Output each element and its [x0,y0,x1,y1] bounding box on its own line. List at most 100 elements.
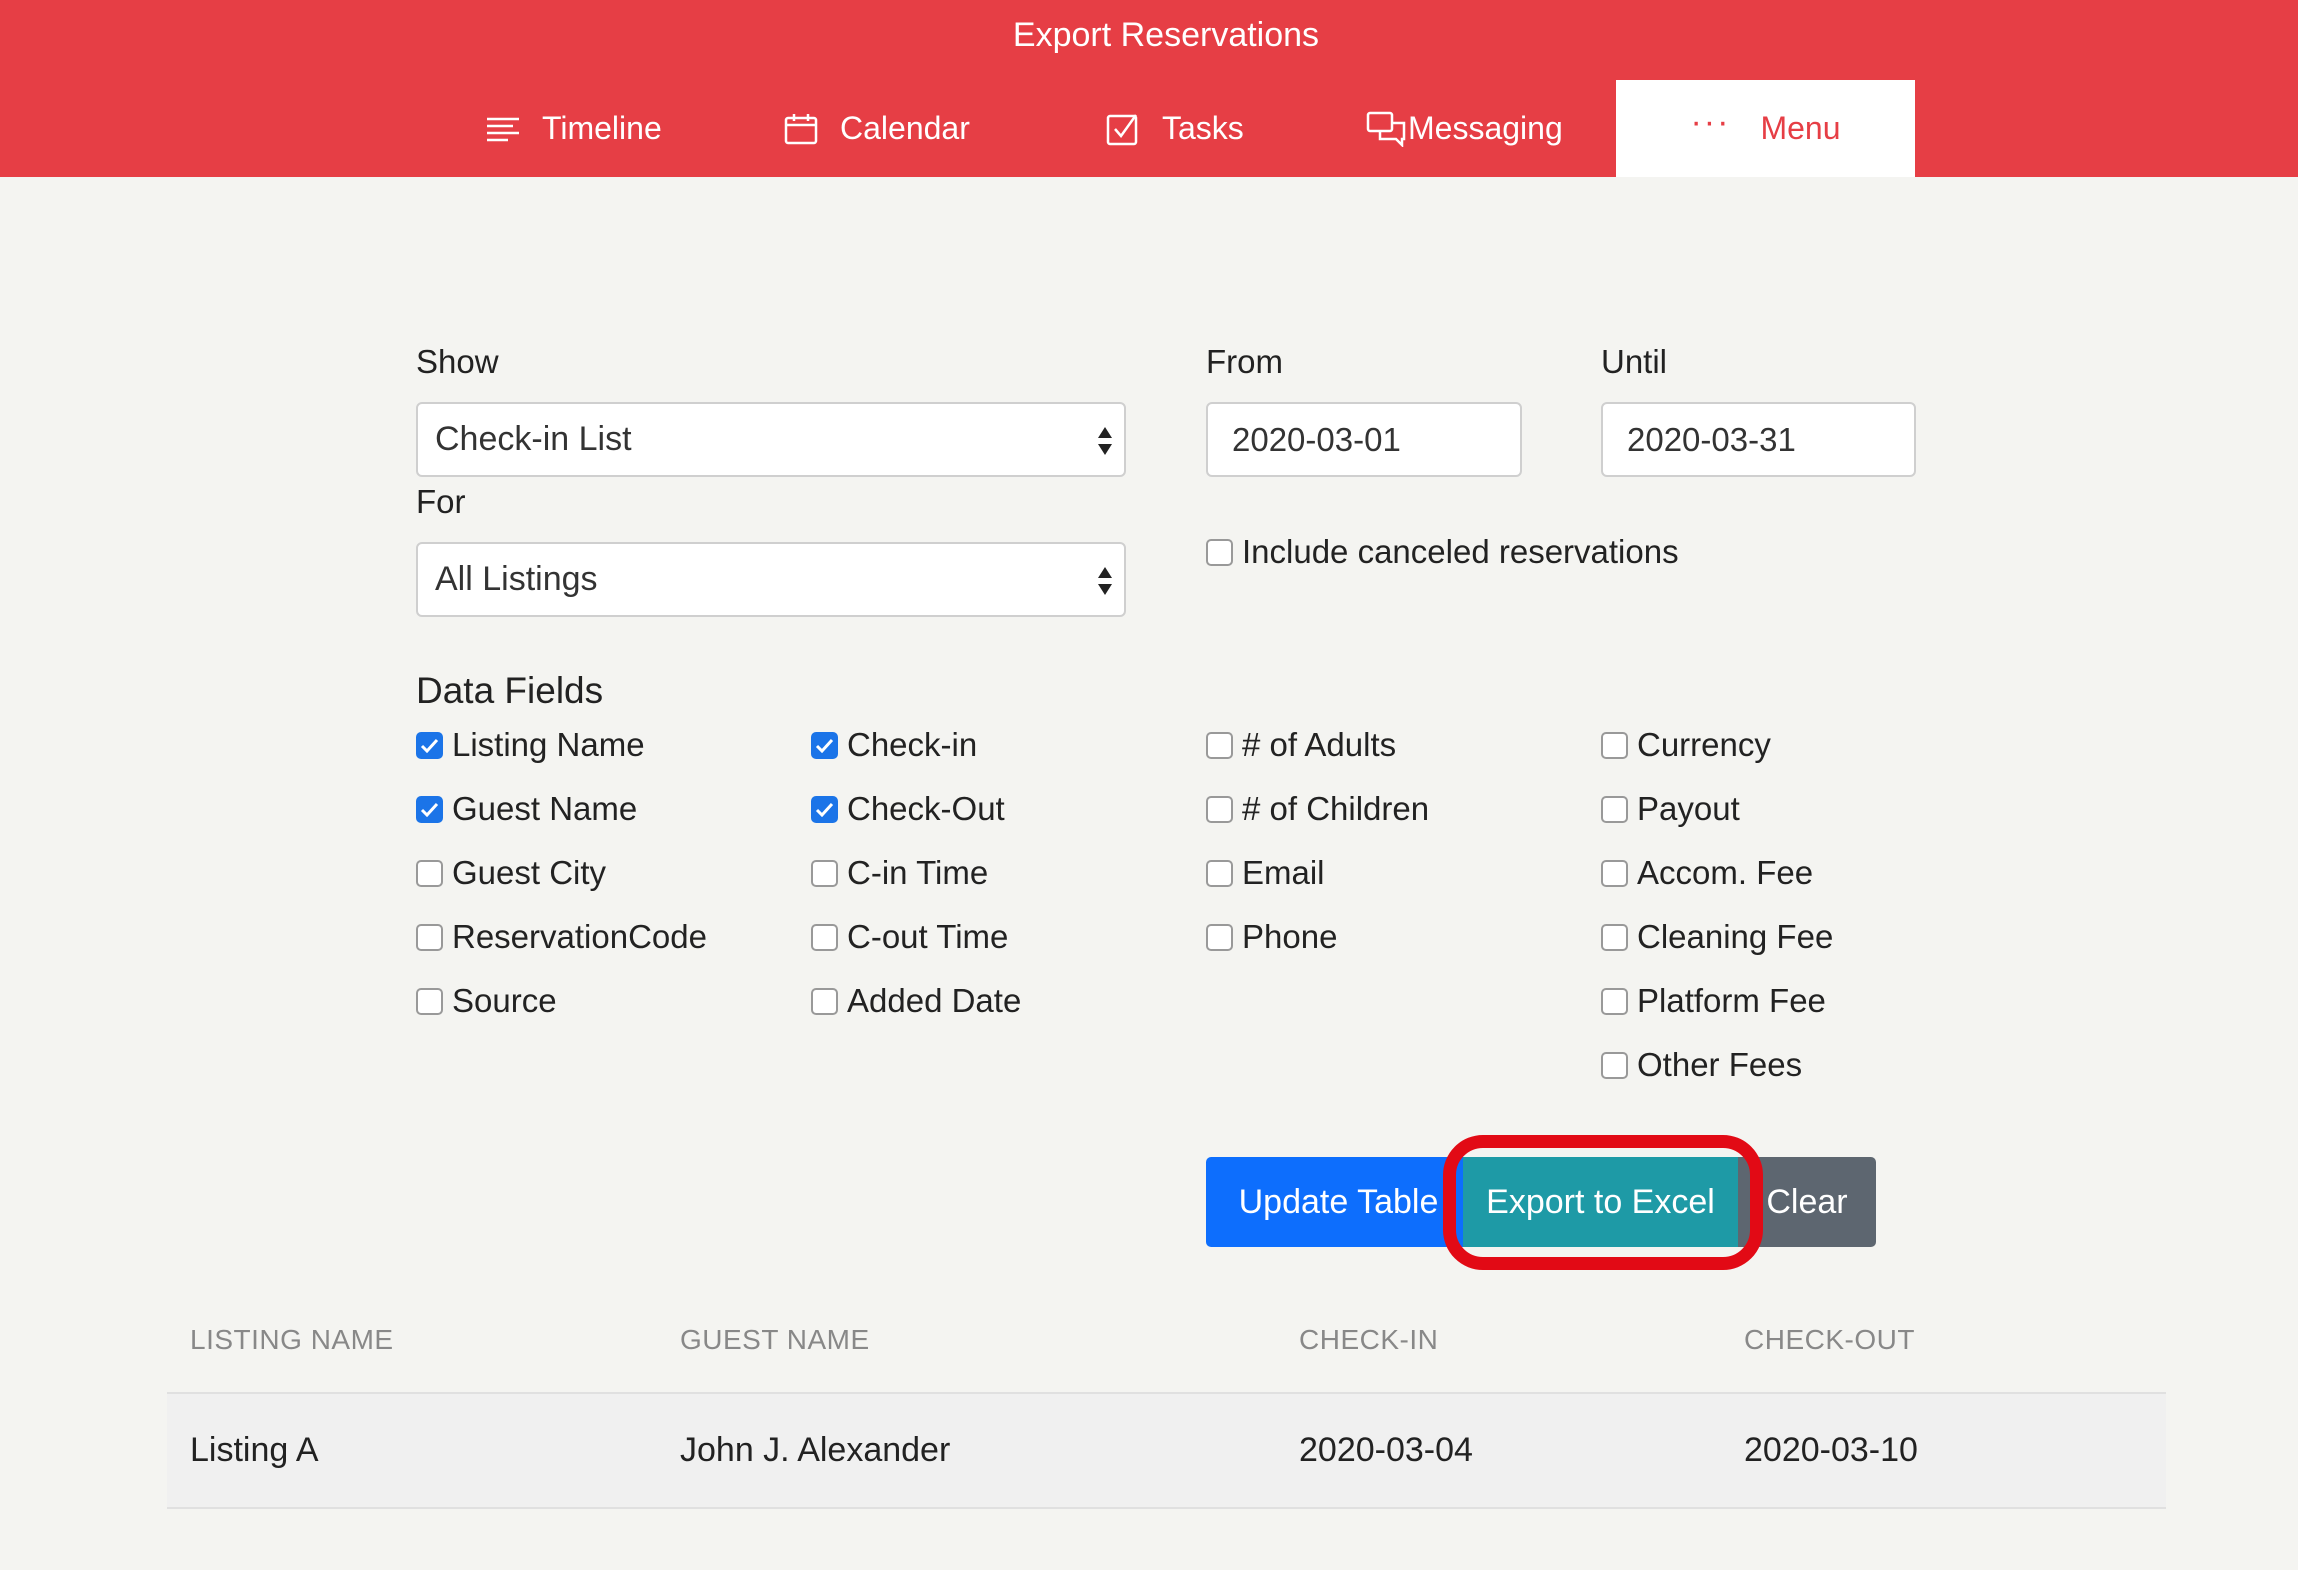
field-option-phone[interactable]: Phone [1206,918,1337,956]
field-option-listing-name[interactable]: Listing Name [416,726,645,764]
nav-calendar[interactable]: Calendar [784,80,970,177]
column-header-check-out: CHECK-OUT [1744,1324,1915,1355]
for-select-value: All Listings [435,560,598,598]
field-label: Check-in [847,726,978,763]
from-date-input[interactable]: 2020-03-01 [1206,402,1522,477]
field-label: Payout [1637,790,1740,827]
field-label: C-out Time [847,918,1009,955]
calendar-icon [784,113,818,144]
nav-menu[interactable]: ··· Menu [1616,80,1915,177]
field-checkbox-added-date[interactable] [811,987,838,1015]
select-arrows-icon [1098,427,1112,455]
field-option-other-fees[interactable]: Other Fees [1601,1046,1802,1084]
field-label: C-in Time [847,854,989,891]
nav-tasks[interactable]: Tasks [1106,80,1244,177]
field-option-currency[interactable]: Currency [1601,726,1771,764]
field-label: Added Date [847,982,1022,1019]
field-checkbox-phone[interactable] [1206,923,1233,951]
field-checkbox-of-children[interactable] [1206,795,1233,823]
field-checkbox-c-in-time[interactable] [811,859,838,887]
for-label: For [416,483,466,520]
field-label: Phone [1242,918,1338,955]
field-option-guest-name[interactable]: Guest Name [416,790,637,828]
checkmark-icon [815,738,834,753]
nav-messaging[interactable]: Messaging [1366,80,1563,177]
field-checkbox-check-out[interactable] [811,795,838,823]
task-checkbox-icon [1106,113,1138,145]
nav-menu-label: Menu [1760,110,1841,146]
field-option-email[interactable]: Email [1206,854,1325,892]
include-canceled-option[interactable]: Include canceled reservations [1206,533,1679,571]
field-option-guest-city[interactable]: Guest City [416,854,606,892]
show-select-value: Check-in List [435,420,632,458]
field-checkbox-platform-fee[interactable] [1601,987,1628,1015]
include-canceled-checkbox[interactable] [1206,538,1233,566]
field-option-of-children[interactable]: # of Children [1206,790,1429,828]
field-checkbox-reservationcode[interactable] [416,923,443,951]
column-header-check-in: CHECK-IN [1299,1324,1439,1355]
field-option-c-out-time[interactable]: C-out Time [811,918,1008,956]
field-label: Accom. Fee [1637,854,1814,891]
field-checkbox-cleaning-fee[interactable] [1601,923,1628,951]
field-option-source[interactable]: Source [416,982,557,1020]
data-fields-title: Data Fields [416,670,604,711]
field-label: # of Children [1242,790,1430,827]
show-label: Show [416,343,499,380]
export-to-excel-button[interactable]: Export to Excel [1463,1157,1738,1247]
field-option-accom-fee[interactable]: Accom. Fee [1601,854,1813,892]
field-label: Platform Fee [1637,982,1826,1019]
field-option-check-out[interactable]: Check-Out [811,790,1005,828]
field-option-check-in[interactable]: Check-in [811,726,977,764]
list-lines-icon [487,117,519,141]
field-label: Guest Name [452,790,638,827]
field-option-reservationcode[interactable]: ReservationCode [416,918,707,956]
until-label: Until [1601,343,1668,380]
field-checkbox-listing-name[interactable] [416,731,443,759]
update-table-button[interactable]: Update Table [1206,1157,1471,1247]
clear-button[interactable]: Clear [1738,1157,1876,1247]
field-checkbox-check-in[interactable] [811,731,838,759]
field-label: Check-Out [847,790,1005,827]
table-divider [167,1507,2166,1509]
field-option-of-adults[interactable]: # of Adults [1206,726,1396,764]
for-select[interactable]: All Listings [416,542,1126,617]
field-checkbox-accom-fee[interactable] [1601,859,1628,887]
field-label: Listing Name [452,726,645,763]
show-select[interactable]: Check-in List [416,402,1126,477]
cell-guest-name: John J. Alexander [680,1431,951,1469]
checkmark-icon [420,738,439,753]
cell-check-in: 2020-03-04 [1299,1431,1473,1469]
field-checkbox-guest-city[interactable] [416,859,443,887]
field-checkbox-of-adults[interactable] [1206,731,1233,759]
nav-tasks-label: Tasks [1162,110,1244,146]
field-option-payout[interactable]: Payout [1601,790,1740,828]
field-checkbox-email[interactable] [1206,859,1233,887]
field-checkbox-c-out-time[interactable] [811,923,838,951]
field-option-platform-fee[interactable]: Platform Fee [1601,982,1826,1020]
field-option-added-date[interactable]: Added Date [811,982,1021,1020]
field-label: ReservationCode [452,918,707,955]
field-checkbox-guest-name[interactable] [416,795,443,823]
field-checkbox-currency[interactable] [1601,731,1628,759]
from-label: From [1206,343,1283,380]
field-label: # of Adults [1242,726,1397,763]
nav-timeline[interactable]: Timeline [486,80,662,177]
checkmark-icon [815,802,834,817]
checkmark-icon [420,802,439,817]
field-label: Email [1242,854,1325,891]
field-checkbox-payout[interactable] [1601,795,1628,823]
column-header-guest-name: GUEST NAME [680,1324,870,1355]
select-arrows-icon [1098,567,1112,595]
field-label: Other Fees [1637,1046,1803,1083]
field-checkbox-source[interactable] [416,987,443,1015]
app-header: Export Reservations Timeline Calendar Ta… [0,0,2298,177]
field-label: Source [452,982,557,1019]
nav-calendar-label: Calendar [840,110,970,146]
until-date-input[interactable]: 2020-03-31 [1601,402,1916,477]
field-option-c-in-time[interactable]: C-in Time [811,854,988,892]
more-dots-icon: ··· [1690,103,1731,141]
field-option-cleaning-fee[interactable]: Cleaning Fee [1601,918,1833,956]
cell-check-out: 2020-03-10 [1744,1431,1918,1469]
field-checkbox-other-fees[interactable] [1601,1051,1628,1079]
field-label: Currency [1637,726,1771,763]
